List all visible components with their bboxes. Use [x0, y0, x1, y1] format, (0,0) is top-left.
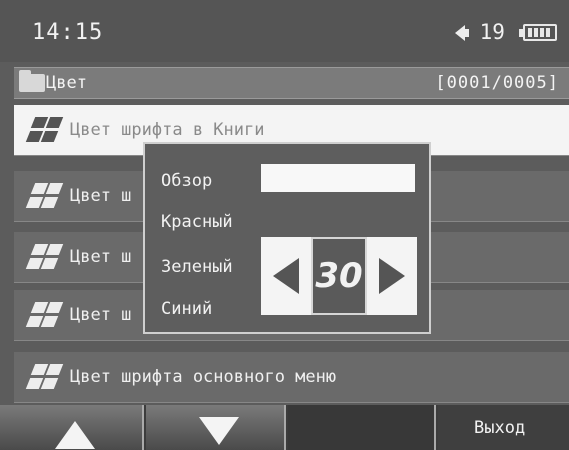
color-grid-icon: [24, 183, 64, 211]
list-item-label: Цвет ш: [70, 186, 132, 206]
battery-icon: [519, 24, 557, 41]
device-screen: 14:15 19 Цвет [0001/0005] Цвет шрифта в …: [0, 0, 569, 450]
color-grid-icon: [24, 302, 64, 330]
arrow-down-icon: [199, 417, 239, 445]
list-header: Цвет [0001/0005]: [14, 67, 569, 99]
value-stepper: 30: [261, 237, 417, 315]
arrow-right-icon: [379, 258, 405, 294]
exit-button[interactable]: Выход: [438, 405, 569, 450]
color-grid-icon: [24, 117, 64, 145]
list-item-label: Цвет ш: [70, 247, 132, 267]
list-item-main-menu-font-color[interactable]: Цвет шрифта основного меню: [14, 352, 569, 403]
list-item-label: Цвет ш: [70, 305, 132, 325]
value-display: 30: [311, 237, 367, 315]
red-label[interactable]: Красный: [161, 212, 233, 232]
list-item-label: Цвет шрифта в Книги: [70, 120, 265, 140]
page-title: Цвет: [46, 73, 87, 93]
volume-indicator: 19: [455, 20, 505, 44]
scroll-down-button[interactable]: [146, 405, 286, 450]
color-picker-dialog: Обзор Красный Зеленый Синий 30: [143, 142, 431, 334]
empty-softkey[interactable]: [288, 405, 436, 450]
clock: 14:15: [32, 20, 104, 45]
softkey-bar: Выход: [0, 405, 569, 450]
list-item-label: Цвет шрифта основного меню: [70, 367, 337, 387]
scroll-up-button[interactable]: [0, 405, 144, 450]
item-counter: [0001/0005]: [435, 73, 559, 93]
arrow-up-icon: [55, 421, 95, 449]
folder-icon: [19, 70, 45, 92]
color-grid-icon: [24, 244, 64, 272]
volume-level: 19: [479, 20, 505, 44]
decrease-button[interactable]: [261, 237, 311, 315]
preview-label: Обзор: [161, 171, 213, 191]
increase-button[interactable]: [367, 237, 417, 315]
color-preview-box: [261, 164, 415, 192]
arrow-left-icon: [273, 258, 299, 294]
speaker-icon: [455, 25, 469, 41]
green-label[interactable]: Зеленый: [161, 257, 233, 277]
color-grid-icon: [24, 364, 64, 392]
exit-label: Выход: [474, 418, 526, 438]
status-bar: 14:15 19: [0, 0, 569, 62]
blue-label[interactable]: Синий: [161, 299, 212, 319]
